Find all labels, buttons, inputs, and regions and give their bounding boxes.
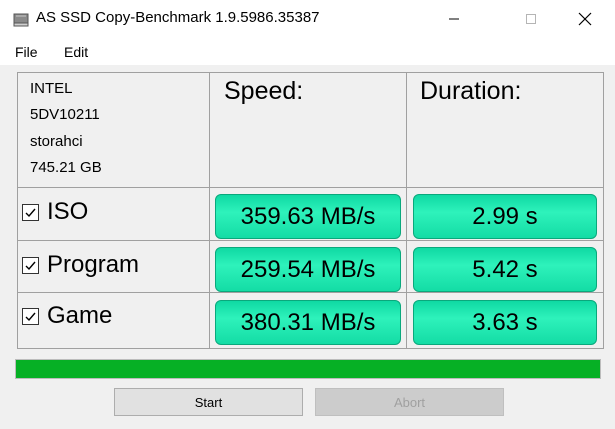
close-icon xyxy=(578,12,592,26)
minimize-button[interactable] xyxy=(431,0,477,38)
program-duration-value: 5.42 s xyxy=(413,247,597,292)
grid-line xyxy=(603,72,604,349)
progress-bar xyxy=(15,359,601,379)
game-speed-value: 380.31 MB/s xyxy=(215,300,401,345)
iso-duration-value: 2.99 s xyxy=(413,194,597,239)
checkbox-program[interactable] xyxy=(22,256,39,274)
grid-line xyxy=(209,72,210,349)
row-label-program: Program xyxy=(47,251,140,278)
grid-line xyxy=(17,72,604,73)
iso-speed-value: 359.63 MB/s xyxy=(215,194,401,239)
grid-line xyxy=(406,72,407,349)
checkmark-icon xyxy=(25,208,36,217)
drive-model: 5DV10211 xyxy=(30,106,100,123)
menu-edit[interactable]: Edit xyxy=(64,44,88,60)
checkmark-icon xyxy=(25,312,36,321)
drive-vendor: INTEL xyxy=(30,80,73,97)
row-label-game: Game xyxy=(47,302,113,329)
grid-line xyxy=(17,187,604,188)
row-label-iso: ISO xyxy=(47,198,89,225)
minimize-icon xyxy=(449,18,459,20)
checkmark-icon xyxy=(25,261,36,270)
checkbox-game[interactable] xyxy=(22,307,39,325)
window-title: AS SSD Copy-Benchmark 1.9.5986.35387 xyxy=(36,9,320,26)
row-iso-toggle[interactable]: ISO xyxy=(22,198,88,226)
game-duration-value: 3.63 s xyxy=(413,300,597,345)
progress-fill xyxy=(16,360,600,378)
drive-driver: storahci xyxy=(30,133,83,150)
checkbox-iso[interactable] xyxy=(22,203,39,221)
title-bar: AS SSD Copy-Benchmark 1.9.5986.35387 xyxy=(0,0,615,38)
grid-line xyxy=(17,72,18,349)
menu-bar: File Edit xyxy=(0,38,615,65)
program-speed-value: 259.54 MB/s xyxy=(215,247,401,292)
duration-header: Duration: xyxy=(420,77,522,105)
start-button[interactable]: Start xyxy=(114,388,303,416)
row-program-toggle[interactable]: Program xyxy=(22,251,139,279)
grid-line xyxy=(17,292,604,293)
maximize-button[interactable] xyxy=(508,0,554,38)
app-icon xyxy=(13,13,29,27)
grid-line xyxy=(17,348,604,349)
row-game-toggle[interactable]: Game xyxy=(22,302,112,330)
menu-file[interactable]: File xyxy=(15,44,38,60)
abort-button[interactable]: Abort xyxy=(315,388,504,416)
drive-size: 745.21 GB xyxy=(30,159,102,176)
close-button[interactable] xyxy=(562,0,608,38)
maximize-icon xyxy=(526,14,536,24)
grid-line xyxy=(17,240,604,241)
speed-header: Speed: xyxy=(224,77,304,105)
